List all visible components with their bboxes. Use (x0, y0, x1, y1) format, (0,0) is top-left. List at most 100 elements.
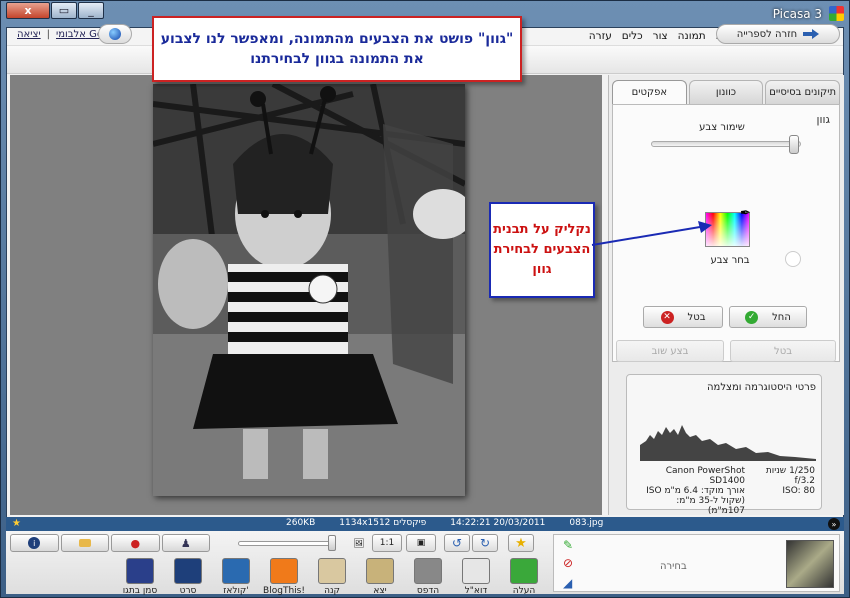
exposure-line: 1/250 שניות (765, 466, 815, 476)
tag-icon (78, 539, 91, 547)
exposure-line: ISO: 80 (782, 486, 815, 496)
action-icon (366, 558, 394, 584)
action-icon (126, 558, 154, 584)
action-button-8[interactable]: סמן בתגו (118, 558, 162, 596)
eyedropper-icon: ✒ (740, 206, 751, 221)
info-button[interactable]: i (10, 534, 59, 552)
cancel-button[interactable]: בטל ✕ (643, 306, 723, 328)
star-button[interactable]: ★ (508, 534, 534, 552)
star-icon: ★ (515, 535, 527, 551)
menu-item-6[interactable]: כלים (622, 30, 643, 42)
histogram-graph (640, 425, 816, 461)
menu-item-4[interactable]: תמונה (678, 30, 706, 42)
exposure-info: 1/250 שניות f/3.2 ISO: 80 (760, 466, 815, 496)
rotate-right-button[interactable]: ↻ (472, 534, 498, 552)
geotag-button[interactable]: ● (111, 534, 160, 552)
action-button-2[interactable]: הדפס (406, 558, 450, 596)
restore-button[interactable]: ▭ (51, 2, 77, 19)
keep-color-label: שימור צבע (699, 122, 745, 133)
back-to-library-button[interactable]: חזרה לספרייה (716, 24, 840, 44)
close-icon: x (24, 4, 32, 17)
photo-image (153, 84, 465, 496)
edit-tabs: תיקונים בסיסיים כוונון אפקטים (611, 80, 840, 104)
clear-icon[interactable]: ⊘ (563, 556, 573, 570)
window-controls: x ▭ _ (6, 2, 105, 19)
rotate-left-button[interactable]: ↺ (444, 534, 470, 552)
action-icon (222, 558, 250, 584)
add-icon[interactable]: ◢ (563, 576, 572, 590)
action-button-7[interactable]: סרט (166, 558, 210, 596)
rotate-left-icon: ↺ (451, 536, 463, 550)
separator: | (46, 29, 50, 40)
restore-icon: ▭ (58, 4, 70, 17)
actual-size-button[interactable]: 1:1 (372, 534, 402, 552)
status-dimensions: 1134x1512 פיקסלים (339, 518, 427, 528)
minimize-button[interactable]: _ (78, 2, 104, 19)
tab-1[interactable]: כוונון (688, 80, 764, 104)
arrow-right-icon (803, 29, 820, 39)
tray-thumbnail[interactable] (786, 540, 834, 588)
web-albums-button[interactable] (98, 24, 132, 44)
photo[interactable] (153, 84, 465, 496)
keep-color-slider[interactable] (651, 141, 801, 147)
action-label: הדפס (416, 586, 440, 596)
action-buttons: העלה דוא"ל הדפס יצא קנה BlogThis! קולאז' סרט סמן… (96, 558, 546, 596)
callout-arrow (591, 221, 712, 246)
action-label: דוא"ל (464, 586, 488, 596)
actual-size-icon: 1:1 (379, 538, 395, 548)
exposure-line: f/3.2 (794, 476, 815, 486)
action-button-6[interactable]: קולאז' (214, 558, 258, 596)
camera-line: (שקול ל-35 מ"מ: 107מ"מ) (676, 496, 745, 516)
pin-icon: ● (130, 536, 141, 550)
people-button[interactable]: ♟ (161, 534, 210, 552)
action-icon (414, 558, 442, 584)
action-label: יצא (373, 586, 387, 596)
action-label: קולאז' (223, 586, 249, 596)
tray-label: בחירה (660, 561, 687, 572)
action-icon (270, 558, 298, 584)
redo-button[interactable]: בצע שוב (616, 340, 724, 362)
tag-button[interactable] (60, 534, 109, 552)
fit-button[interactable]: ▣ (406, 534, 436, 552)
action-button-1[interactable]: דוא"ל (454, 558, 498, 596)
camera-line: Canon PowerShot SD1400 (665, 466, 745, 486)
tab-0[interactable]: תיקונים בסיסיים (765, 80, 840, 104)
tab-2[interactable]: אפקטים (611, 80, 687, 104)
zoom-icon[interactable]: 🖼 (346, 535, 372, 553)
color-preview-dot (785, 251, 801, 267)
action-button-0[interactable]: העלה (502, 558, 546, 596)
globe-icon (109, 28, 121, 40)
apply-button[interactable]: החל ✓ (729, 306, 807, 328)
picasa-logo-icon (829, 6, 844, 21)
close-button[interactable]: x (6, 2, 50, 19)
undo-button[interactable]: בטל (730, 340, 836, 362)
status-bar: ★ 260KB 1134x1512 פיקסלים 14:22:21 20/03… (6, 517, 844, 531)
action-button-4[interactable]: קנה (310, 558, 354, 596)
redo-label: בצע שוב (651, 345, 689, 357)
action-label: קנה (324, 586, 340, 596)
rotate-right-icon: ↻ (479, 536, 491, 550)
keep-color-slider-thumb[interactable] (789, 135, 799, 154)
zoom-slider[interactable] (238, 541, 336, 546)
apply-label: החל (772, 311, 791, 323)
callout-annotation-2: נקליק על תבנית הצבעים לבחירת גוון (489, 202, 595, 298)
signout-link[interactable]: יציאה (17, 29, 41, 40)
menu-item-7[interactable]: עזרה (589, 30, 612, 42)
action-button-3[interactable]: יצא (358, 558, 402, 596)
zoom-slider-thumb[interactable] (328, 535, 336, 551)
action-button-5[interactable]: BlogThis! (262, 558, 306, 596)
app-title: Picasa 3 (772, 7, 822, 21)
tag-buttons: i ● ♟ (10, 534, 210, 552)
camera-line: אורך מוקד: 6.4 מ"מ ISO (646, 486, 745, 496)
menu-item-5[interactable]: צור (653, 30, 668, 42)
pin-icon[interactable]: ✎ (563, 538, 573, 552)
status-datetime: 14:22:21 20/03/2011 (450, 518, 546, 528)
action-label: BlogThis! (263, 586, 305, 596)
action-icon (174, 558, 202, 584)
histogram-title: פרטי היסטוגרמה ומצלמה (707, 382, 816, 393)
cancel-label: בטל (687, 311, 706, 323)
check-icon: ✓ (745, 310, 759, 324)
expand-icon[interactable]: » (828, 518, 840, 530)
status-filename: 083.jpg (569, 518, 604, 528)
action-icon (510, 558, 538, 584)
